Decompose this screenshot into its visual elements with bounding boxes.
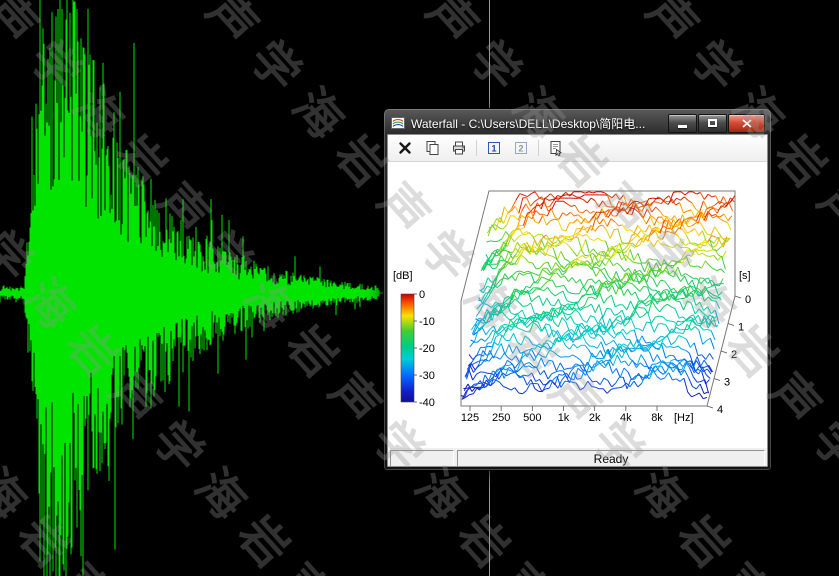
svg-text:2k: 2k xyxy=(589,412,601,424)
window-body: 1 2 xyxy=(387,134,768,467)
window-2-button[interactable]: 2 xyxy=(509,137,533,159)
delete-icon xyxy=(397,140,413,156)
svg-text:-10: -10 xyxy=(419,316,435,328)
svg-text:125: 125 xyxy=(461,412,479,424)
svg-text:0: 0 xyxy=(419,289,425,301)
svg-text:-30: -30 xyxy=(419,370,435,382)
properties-button[interactable] xyxy=(544,137,568,159)
audio-waveform xyxy=(0,0,379,576)
svg-text:1: 1 xyxy=(491,144,496,154)
waterfall-plot-area: [dB] 0 -10 -20 -30 -40 125 250 500 1k 2k 4k 8k [Hz] 0 1… xyxy=(388,162,767,448)
svg-text:500: 500 xyxy=(523,412,541,424)
properties-icon xyxy=(548,140,564,156)
status-bar: Ready xyxy=(388,448,767,467)
waterfall-window: Waterfall - C:\Users\DELL\Desktop\简阳电... xyxy=(383,108,772,471)
window-1-icon: 1 xyxy=(486,140,502,156)
copy-button[interactable] xyxy=(420,137,444,159)
svg-text:4k: 4k xyxy=(620,412,632,424)
svg-text:2: 2 xyxy=(518,144,523,154)
toolbar-separator xyxy=(538,140,539,156)
maximize-icon xyxy=(708,119,717,127)
close-button[interactable] xyxy=(728,114,765,133)
svg-text:2: 2 xyxy=(731,349,737,361)
print-icon xyxy=(451,140,467,156)
svg-text:[Hz]: [Hz] xyxy=(674,412,694,424)
svg-text:250: 250 xyxy=(492,412,510,424)
window-2-icon: 2 xyxy=(513,140,529,156)
window-icon xyxy=(390,115,406,131)
waterfall-plot: [dB] 0 -10 -20 -30 -40 125 250 500 1k 2k 4k 8k [Hz] 0 1… xyxy=(388,162,767,448)
svg-text:-40: -40 xyxy=(419,397,435,409)
svg-text:1: 1 xyxy=(738,322,744,334)
print-button[interactable] xyxy=(447,137,471,159)
status-panel-main: Ready xyxy=(457,450,765,467)
svg-text:8k: 8k xyxy=(651,412,663,424)
svg-text:[s]: [s] xyxy=(739,270,751,282)
status-text: Ready xyxy=(594,452,629,466)
window-title: Waterfall - C:\Users\DELL\Desktop\简阳电... xyxy=(411,115,663,132)
toolbar: 1 2 xyxy=(388,135,767,162)
close-icon xyxy=(742,119,752,128)
title-bar[interactable]: Waterfall - C:\Users\DELL\Desktop\简阳电... xyxy=(387,112,768,134)
colorbar xyxy=(401,294,414,402)
svg-text:[dB]: [dB] xyxy=(393,270,413,282)
desktop: Waterfall - C:\Users\DELL\Desktop\简阳电... xyxy=(0,0,839,576)
minimize-icon xyxy=(678,125,687,128)
status-panel-left xyxy=(390,450,454,467)
svg-text:0: 0 xyxy=(745,294,751,306)
svg-text:1k: 1k xyxy=(558,412,570,424)
svg-text:3: 3 xyxy=(724,377,730,389)
svg-text:-20: -20 xyxy=(419,343,435,355)
toolbar-separator xyxy=(476,140,477,156)
copy-icon xyxy=(424,140,440,156)
svg-text:4: 4 xyxy=(717,404,723,416)
delete-button[interactable] xyxy=(393,137,417,159)
window-1-button[interactable]: 1 xyxy=(482,137,506,159)
minimize-button[interactable] xyxy=(668,114,697,133)
maximize-button[interactable] xyxy=(698,114,727,133)
waterfall-lines xyxy=(461,192,735,400)
